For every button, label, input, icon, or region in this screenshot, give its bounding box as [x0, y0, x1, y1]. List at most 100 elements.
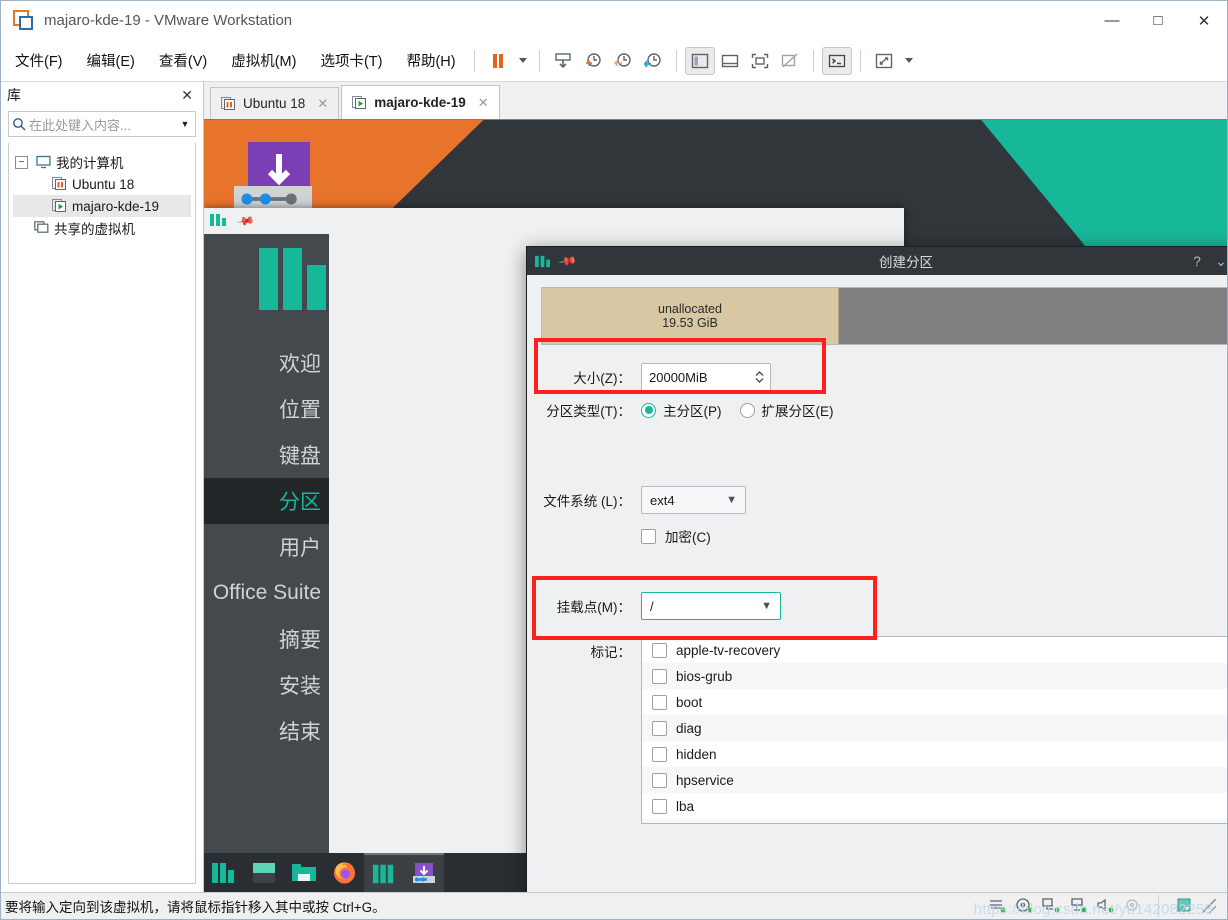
chevron-down-icon: ▼ — [761, 600, 772, 612]
list-item[interactable]: apple-tv-recovery — [642, 637, 1227, 663]
mountpoint-row: 挂载点(M)： / ▼ — [541, 592, 1227, 620]
pause-icon[interactable] — [483, 47, 513, 75]
installer-step-welcome[interactable]: 欢迎 — [204, 340, 329, 386]
pin-icon[interactable]: 📌 — [235, 211, 255, 231]
vm-paused-icon — [49, 177, 69, 191]
checkbox-icon[interactable] — [652, 746, 667, 762]
menu-file[interactable]: 文件(F) — [5, 46, 73, 75]
status-device-icons — [988, 895, 1227, 917]
installer-step-users[interactable]: 用户 — [204, 524, 329, 570]
checkbox-icon[interactable] — [652, 694, 667, 710]
list-item[interactable]: boot — [642, 689, 1227, 715]
search-dropdown-icon[interactable]: ▼ — [175, 119, 195, 129]
pause-dropdown-caret-icon[interactable] — [513, 47, 531, 75]
menu-view[interactable]: 查看(V) — [149, 46, 217, 75]
firefox-icon[interactable] — [324, 853, 364, 892]
vm-running-icon — [352, 95, 367, 110]
installer-step-install[interactable]: 安装 — [204, 662, 329, 708]
stretch-icon[interactable] — [869, 47, 899, 75]
size-input[interactable]: 20000MiB — [641, 363, 771, 391]
list-item[interactable]: lba — [642, 793, 1227, 819]
installer-step-location[interactable]: 位置 — [204, 386, 329, 432]
minimize-button[interactable]: — — [1089, 1, 1135, 40]
installer-step-office[interactable]: Office Suite — [204, 570, 329, 616]
unity-mode-icon[interactable] — [775, 47, 805, 75]
vmware-logo-icon — [13, 9, 35, 32]
console-icon[interactable] — [821, 46, 852, 75]
snapshot-settings-icon[interactable] — [638, 47, 668, 75]
manjaro-installer-window-icon[interactable] — [364, 853, 404, 892]
dialog-content: unallocated 19.53 GiB 大小(Z)： 20000MiB 分区… — [527, 275, 1227, 892]
checkbox-icon[interactable] — [652, 720, 667, 736]
tree-expander-icon[interactable]: − — [15, 155, 28, 169]
filesystem-label: 文件系统 (L)： — [543, 494, 631, 509]
checkbox-icon[interactable] — [652, 642, 667, 658]
library-close-icon[interactable]: ✕ — [177, 87, 197, 104]
menu-tabs[interactable]: 选项卡(T) — [310, 46, 392, 75]
tree-item-majaro-kde-19[interactable]: majaro-kde-19 — [13, 195, 191, 217]
installer-step-keyboard[interactable]: 键盘 — [204, 432, 329, 478]
tree-item-ubuntu-18[interactable]: Ubuntu 18 — [13, 173, 191, 195]
tree-item-my-computer[interactable]: − 我的计算机 — [13, 151, 191, 173]
tab-majaro-kde-19[interactable]: majaro-kde-19 ✕ — [341, 85, 500, 119]
file-manager-icon[interactable] — [284, 853, 324, 892]
installer-step-partitions[interactable]: 分区 — [204, 478, 329, 524]
stretch-dropdown-caret-icon[interactable] — [899, 47, 917, 75]
tree-item-shared-vms[interactable]: 共享的虚拟机 — [13, 217, 191, 239]
radio-label: 扩展分区(E) — [761, 404, 834, 419]
snapshot-take-icon[interactable] — [548, 47, 578, 75]
radio-extended-partition[interactable]: 扩展分区(E) — [739, 400, 834, 420]
checkbox-icon[interactable] — [652, 798, 667, 814]
tab-close-icon[interactable]: ✕ — [317, 96, 328, 112]
toolbar-separator-4 — [812, 49, 814, 72]
checkbox-icon[interactable] — [652, 668, 667, 684]
manjaro-desktop: Install Manjaro 📌 — [204, 120, 1227, 892]
list-item[interactable]: hpservice — [642, 767, 1227, 793]
usb-icon[interactable] — [1069, 897, 1087, 916]
flags-list[interactable]: apple-tv-recovery bios-grub boot diag hi… — [641, 636, 1227, 824]
hard-disk-icon[interactable] — [988, 897, 1006, 916]
checkbox-icon[interactable] — [652, 772, 667, 788]
close-button[interactable]: ✕ — [1181, 1, 1227, 40]
printer-icon[interactable] — [1123, 897, 1141, 916]
installer-step-summary[interactable]: 摘要 — [204, 616, 329, 662]
snapshot-revert-icon[interactable] — [608, 47, 638, 75]
menu-help[interactable]: 帮助(H) — [396, 46, 465, 75]
help-icon[interactable]: ? — [1185, 253, 1209, 270]
manjaro-menu-icon[interactable] — [204, 853, 244, 892]
mountpoint-select[interactable]: / ▼ — [641, 592, 781, 620]
library-search[interactable]: 在此处键入内容... ▼ — [8, 111, 196, 137]
calamares-window-icon[interactable] — [404, 853, 444, 892]
filesystem-select[interactable]: ext4 ▼ — [641, 486, 746, 514]
menu-vm[interactable]: 虚拟机(M) — [221, 46, 306, 75]
installer-step-finish[interactable]: 结束 — [204, 708, 329, 754]
dialog-window-controls: ? ⌄ ⌃ ✕ — [1185, 253, 1227, 270]
network-adapter-icon[interactable] — [1042, 897, 1060, 916]
full-screen-icon[interactable] — [745, 47, 775, 75]
pin-icon[interactable]: 📌 — [557, 251, 577, 271]
maximize-button[interactable]: □ — [1135, 1, 1181, 40]
sound-card-icon[interactable] — [1096, 897, 1114, 916]
resize-grip-icon[interactable] — [1202, 899, 1216, 913]
encrypt-checkbox[interactable]: 加密(C) — [641, 526, 711, 546]
show-desktop-icon[interactable] — [244, 853, 284, 892]
minimize-icon[interactable]: ⌄ — [1209, 253, 1227, 270]
mountpoint-label: 挂载点(M)： — [556, 600, 631, 615]
tab-close-icon[interactable]: ✕ — [478, 95, 489, 111]
spinner-arrows-icon[interactable] — [748, 368, 770, 386]
message-log-icon[interactable] — [1176, 897, 1193, 916]
menu-edit[interactable]: 编辑(E) — [77, 46, 145, 75]
tab-ubuntu-18[interactable]: Ubuntu 18 ✕ — [210, 87, 340, 119]
search-input[interactable]: 在此处键入内容... — [29, 115, 175, 134]
vm-paused-icon — [221, 96, 236, 111]
list-item[interactable]: diag — [642, 715, 1227, 741]
show-library-icon[interactable] — [684, 46, 715, 75]
list-item[interactable]: hidden — [642, 741, 1227, 767]
show-thumbnail-bar-icon[interactable] — [715, 47, 745, 75]
cd-dvd-icon[interactable] — [1015, 897, 1033, 916]
radio-primary-partition[interactable]: 主分区(P) — [641, 400, 722, 420]
list-item[interactable]: bios-grub — [642, 663, 1227, 689]
list-item[interactable] — [642, 819, 1227, 823]
partition-segment-unallocated[interactable]: unallocated 19.53 GiB — [542, 288, 839, 344]
snapshot-manager-icon[interactable] — [578, 47, 608, 75]
